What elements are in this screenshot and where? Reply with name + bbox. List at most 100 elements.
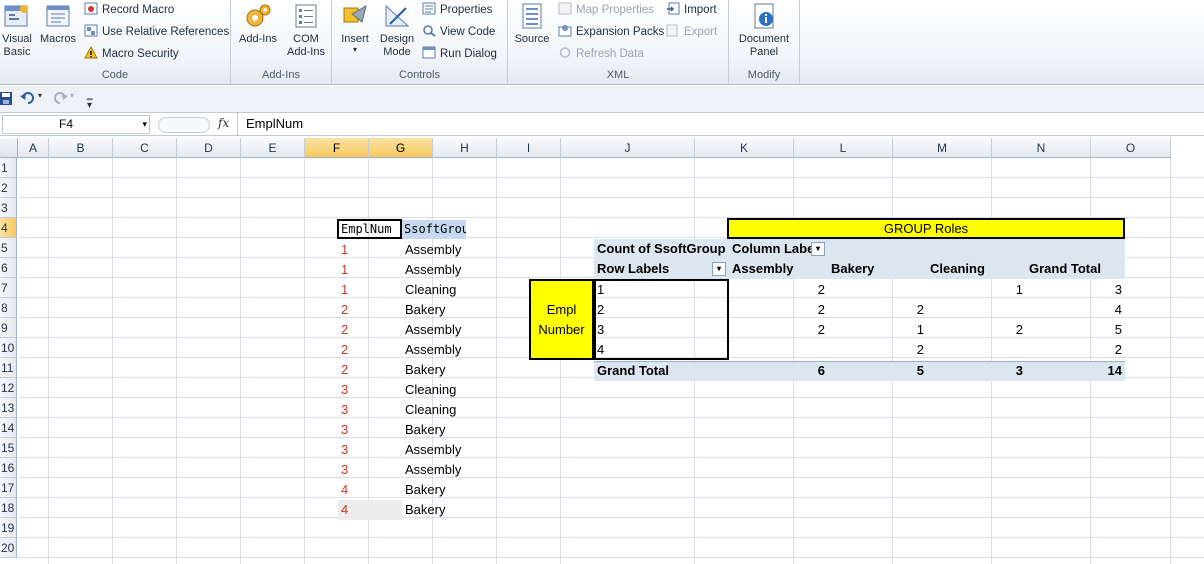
emplnum-cell[interactable]: 3 [338,460,402,480]
emplnum-cell[interactable]: 3 [338,440,402,460]
emplnum-cell[interactable]: 1 [338,280,402,300]
refresh-data-button[interactable]: Refresh Data [558,45,644,63]
row-header-15[interactable]: 15 [0,438,17,458]
ssoftgroup-cell[interactable]: Bakery [402,420,466,440]
document-panel-button[interactable]: Document Panel [733,2,795,59]
worksheet-grid[interactable]: ABCDEFGHIJKLMNO 1 2 3 4 5 6 7 8 9 10 11 12 13 14 15 16 1… [0,138,1204,564]
com-add-ins-button[interactable]: COM Add-Ins [283,2,329,59]
pivot-value-cell[interactable]: 2 [1026,340,1125,360]
column-header-e[interactable]: E [241,138,305,158]
ssoftgroup-cell[interactable]: Bakery [402,480,466,500]
pivot-column-labels[interactable]: Column Labe ▾ [729,239,829,259]
row-header-1[interactable]: 1 [0,158,17,178]
name-box[interactable]: F4 ▾ [2,115,150,134]
column-header-f[interactable]: F [305,138,369,158]
pivot-col-header[interactable]: Cleaning [927,259,1026,279]
insert-button[interactable]: Insert ▾ [336,2,374,54]
pivot-col-header[interactable]: Grand Total [1026,259,1125,279]
map-properties-button[interactable]: Map Properties [558,1,654,19]
formula-bar-splitter[interactable] [158,117,210,133]
redo-dropdown-icon[interactable]: ▾ [70,91,74,100]
emplnum-cell[interactable]: 2 [338,360,402,380]
pivot-col-header[interactable]: Bakery [828,259,927,279]
pivot-value-cell[interactable] [729,340,828,360]
column-header-n[interactable]: N [992,138,1091,158]
emplnum-cell[interactable]: 2 [338,300,402,320]
visual-basic-button[interactable]: Visual Basic [0,2,34,59]
emplnum-cell[interactable]: 4 [338,480,402,500]
undo-icon[interactable] [20,91,36,105]
pivot-grand-total-cell[interactable]: 3 [927,361,1026,381]
undo-dropdown-icon[interactable]: ▾ [38,91,42,100]
pivot-row-labels[interactable]: Row Labels ▾ [594,259,730,279]
emplnum-cell[interactable]: 3 [338,380,402,400]
row-header-9[interactable]: 9 [0,318,17,338]
run-dialog-button[interactable]: Run Dialog [422,45,497,63]
column-header-m[interactable]: M [893,138,992,158]
header-ssoftgroup-cell[interactable]: SsoftGroup [402,220,466,239]
row-header-18[interactable]: 18 [0,498,17,518]
macro-security-button[interactable]: Macro Security [84,45,179,63]
row-header-3[interactable]: 3 [0,198,17,218]
pivot-value-cell[interactable]: 2 [828,300,927,320]
pivot-value-cell[interactable]: 2 [828,340,927,360]
pivot-grand-total-cell[interactable]: 6 [729,361,828,381]
pivot-value-cell[interactable]: 1 [828,320,927,340]
pivot-value-cell[interactable]: 2 [729,300,828,320]
save-icon[interactable] [0,92,12,105]
redo-icon[interactable] [52,91,68,105]
export-button[interactable]: Export [666,23,717,41]
column-header-c[interactable]: C [113,138,177,158]
ssoftgroup-cell[interactable]: Cleaning [402,400,466,420]
pivot-value-cell[interactable] [927,300,1026,320]
design-mode-button[interactable]: Design Mode [376,2,418,59]
row-header-7[interactable]: 7 [0,278,17,298]
emplnum-cell[interactable]: 2 [338,320,402,340]
ssoftgroup-cell[interactable]: Bakery [402,500,466,520]
row-header-20[interactable]: 20 [0,538,17,558]
row-header-14[interactable]: 14 [0,418,17,438]
emplnum-cell[interactable]: 1 [338,260,402,280]
ssoftgroup-cell[interactable]: Assembly [402,460,466,480]
pivot-row-label[interactable]: 4 [594,340,724,360]
pivot-value-cell[interactable]: 4 [1026,300,1125,320]
insert-dropdown-arrow[interactable]: ▾ [336,46,374,54]
ssoftgroup-cell[interactable]: Assembly [402,440,466,460]
view-code-button[interactable]: View Code [422,23,495,41]
record-macro-button[interactable]: Record Macro [84,1,174,19]
ssoftgroup-cell[interactable]: Assembly [402,240,466,260]
row-header-16[interactable]: 16 [0,458,17,478]
pivot-row-label[interactable]: 2 [594,300,724,320]
pivot-value-cell[interactable]: 2 [729,280,828,300]
formula-input[interactable]: EmplNum [237,113,1204,135]
pivot-value-cell[interactable] [927,340,1026,360]
column-header-a[interactable]: A [18,138,49,158]
pivot-value-cell[interactable]: 3 [1026,280,1125,300]
emplnum-cell[interactable]: 2 [338,340,402,360]
use-relative-references-button[interactable]: Use Relative References [84,23,229,41]
row-header-12[interactable]: 12 [0,378,17,398]
pivot-row-label[interactable]: 1 [594,280,724,300]
add-ins-button[interactable]: Add-Ins [235,2,281,46]
insert-function-icon[interactable]: fx [218,116,229,130]
row-header-13[interactable]: 13 [0,398,17,418]
pivot-grand-total-cell[interactable]: 14 [1026,361,1125,381]
ssoftgroup-cell[interactable]: Assembly [402,320,466,340]
select-all-corner[interactable] [0,138,18,158]
pivot-value-cell[interactable]: 2 [729,320,828,340]
name-box-dropdown-icon[interactable]: ▾ [142,116,147,133]
group-roles-banner[interactable]: GROUP Roles [727,218,1125,239]
column-header-g[interactable]: G [369,138,433,158]
row-header-4[interactable]: 4 [0,218,17,238]
pivot-value-cell[interactable]: 5 [1026,320,1125,340]
expansion-packs-button[interactable]: Expansion Packs [558,23,664,41]
ssoftgroup-cell[interactable]: Bakery [402,300,466,320]
emplnum-cell[interactable]: 4 [338,500,402,520]
row-header-5[interactable]: 5 [0,238,17,258]
row-header-6[interactable]: 6 [0,258,17,278]
macros-button[interactable]: Macros [38,2,78,46]
column-header-b[interactable]: B [49,138,113,158]
row-labels-filter-icon[interactable]: ▾ [712,262,726,276]
emplnum-cell[interactable]: 1 [338,240,402,260]
row-header-10[interactable]: 10 [0,338,17,358]
